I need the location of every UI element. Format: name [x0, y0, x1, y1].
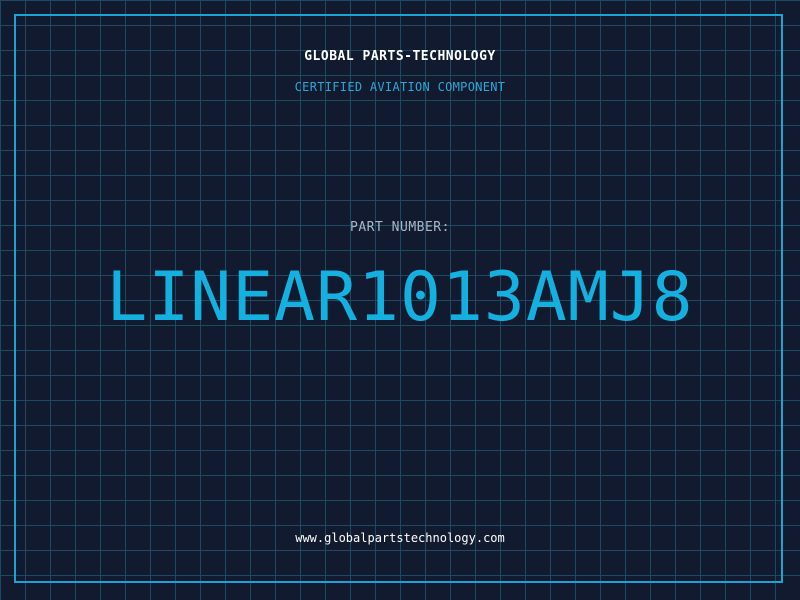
certification-subtitle: CERTIFIED AVIATION COMPONENT [294, 80, 506, 94]
company-name: GLOBAL PARTS-TECHNOLOGY [304, 49, 496, 64]
part-label-card: GLOBAL PARTS-TECHNOLOGY CERTIFIED AVIATI… [0, 0, 800, 600]
part-number-value: LINEAR1013AMJ8 [106, 258, 694, 337]
part-number-label: PART NUMBER: [350, 220, 450, 235]
website-url: www.globalpartstechnology.com [295, 531, 505, 545]
